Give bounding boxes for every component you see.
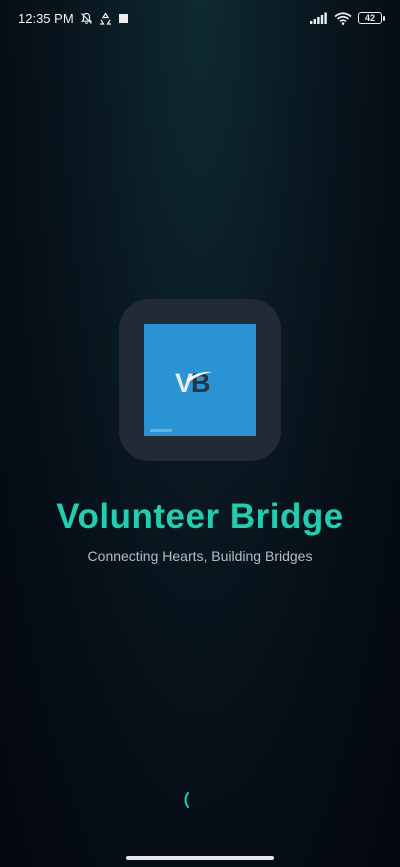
battery-level: 42 — [364, 13, 375, 23]
status-left: 12:35 PM — [18, 11, 129, 26]
stop-square-icon — [118, 13, 129, 24]
recycle-icon — [99, 11, 112, 25]
loading-spinner-icon — [184, 792, 189, 808]
logo-swoosh-icon — [186, 371, 212, 381]
battery-icon: 42 — [358, 12, 385, 24]
logo-watermark — [150, 429, 172, 432]
wifi-icon — [334, 11, 352, 25]
muted-bell-icon — [80, 12, 93, 25]
app-title: Volunteer Bridge — [56, 497, 344, 536]
app-logo: VB — [144, 324, 256, 436]
status-time: 12:35 PM — [18, 10, 74, 26]
app-tagline: Connecting Hearts, Building Bridges — [87, 548, 313, 564]
home-indicator[interactable] — [126, 856, 274, 860]
status-bar: 12:35 PM 42 — [0, 0, 400, 36]
app-logo-frame: VB — [119, 299, 281, 461]
status-right: 42 — [310, 11, 385, 25]
signal-icon — [310, 12, 328, 24]
